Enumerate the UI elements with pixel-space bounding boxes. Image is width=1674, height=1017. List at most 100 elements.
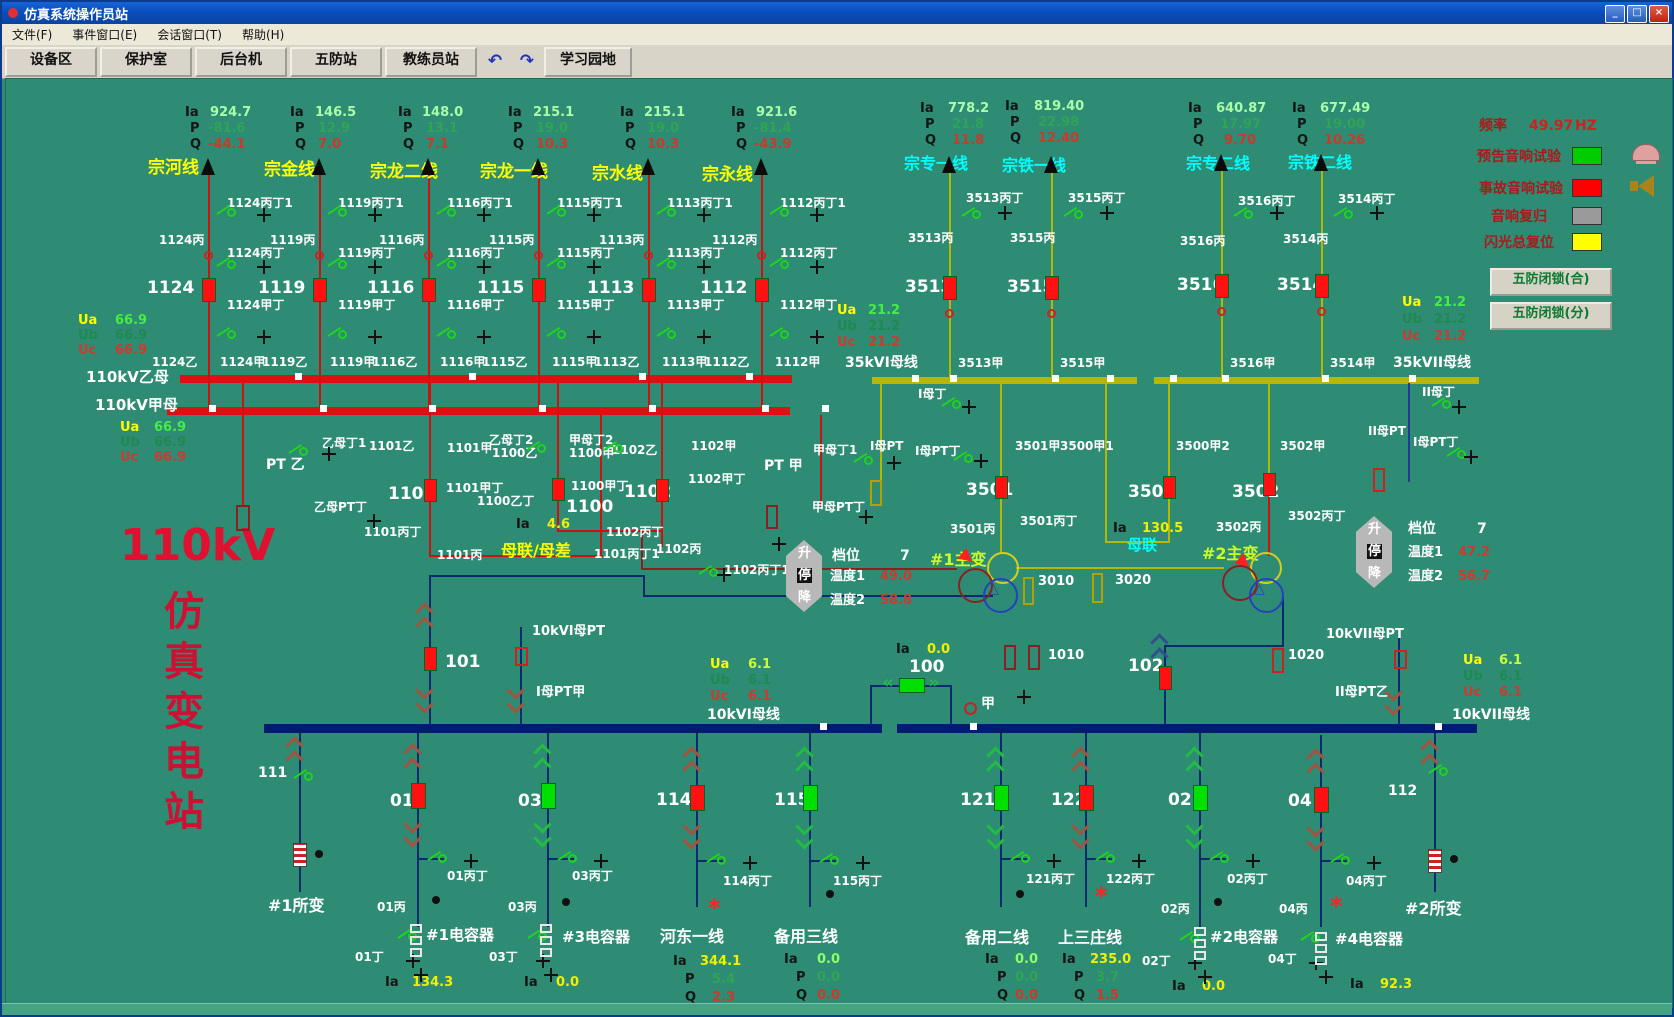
disconnector-icon[interactable] <box>705 854 727 868</box>
tap-button[interactable]: 降 <box>1367 566 1382 581</box>
interlock-button[interactable]: 五防闭锁(合) <box>1490 268 1612 296</box>
tap-button[interactable]: 停 <box>797 568 812 583</box>
tap-button[interactable]: 升 <box>1367 522 1382 537</box>
disconnector-icon[interactable] <box>292 770 314 784</box>
disconnector-icon[interactable] <box>525 442 547 456</box>
disconnector-icon[interactable] <box>768 258 790 272</box>
breaker-100[interactable] <box>899 678 925 693</box>
breaker-1101[interactable] <box>424 479 437 502</box>
breaker-1116[interactable] <box>422 278 436 302</box>
breaker-1124[interactable] <box>202 278 216 302</box>
disconnector-icon[interactable] <box>655 258 677 272</box>
text-label: 19.0 <box>647 122 679 135</box>
disconnector-icon[interactable] <box>1329 854 1351 868</box>
disconnector-icon[interactable] <box>435 206 457 220</box>
disconnector-icon[interactable] <box>960 208 982 222</box>
text-label: Ua <box>120 421 139 434</box>
disconnector-icon[interactable] <box>545 206 567 220</box>
disconnector-icon[interactable] <box>655 328 677 342</box>
tap-changer-control[interactable]: 升停降 <box>1356 516 1392 588</box>
disconnector-icon[interactable] <box>1332 208 1354 222</box>
breaker-115[interactable] <box>803 785 818 811</box>
disconnector-icon[interactable] <box>768 328 790 342</box>
tap-button[interactable]: 升 <box>797 546 812 561</box>
disconnector-icon[interactable] <box>1430 398 1452 412</box>
breaker-3502[interactable] <box>1263 473 1276 496</box>
disconnector-icon[interactable] <box>426 852 448 866</box>
breaker-04[interactable] <box>1314 787 1329 813</box>
text-label: 母联/母差 <box>501 543 571 559</box>
alarm-indicator[interactable] <box>1572 233 1602 251</box>
disconnector-icon[interactable] <box>952 452 974 466</box>
text-label: 110kV <box>120 524 275 568</box>
text-label: 档位 <box>832 549 860 563</box>
disconnector-icon[interactable] <box>435 328 457 342</box>
text-label: 6.1 <box>1499 686 1522 699</box>
alarm-indicator[interactable] <box>1572 147 1602 165</box>
text-label: 宗永线 <box>702 167 753 184</box>
wire <box>880 383 882 487</box>
disconnector-icon[interactable] <box>852 454 874 468</box>
text-label: 3513丙 <box>908 232 953 244</box>
breaker-02[interactable] <box>1193 785 1208 811</box>
disconnector-icon[interactable] <box>940 398 962 412</box>
text-label: 1124乙 <box>152 356 197 368</box>
disconnector-icon[interactable] <box>1094 852 1116 866</box>
breaker-3500[interactable] <box>1163 476 1176 499</box>
text-label: 3.7 <box>1096 971 1119 984</box>
disconnector-icon[interactable] <box>1062 208 1084 222</box>
disconnector-icon[interactable] <box>1208 852 1230 866</box>
breaker-1119[interactable] <box>313 278 327 302</box>
text-label: 甲 <box>981 697 995 711</box>
equipment-box <box>236 505 250 531</box>
disconnector-icon[interactable] <box>326 258 348 272</box>
disconnector-icon[interactable] <box>768 206 790 220</box>
disconnector-icon[interactable] <box>1232 208 1254 222</box>
text-label: 49.0 <box>880 570 912 583</box>
disconnector-icon[interactable] <box>818 854 840 868</box>
breaker-122[interactable] <box>1079 785 1094 811</box>
disconnector-icon[interactable] <box>545 258 567 272</box>
breaker-3515[interactable] <box>1045 276 1059 300</box>
tap-button[interactable]: 停 <box>1367 544 1382 559</box>
breaker-03[interactable] <box>541 783 556 809</box>
disconnector-icon[interactable] <box>326 328 348 342</box>
breaker-01[interactable] <box>411 783 426 809</box>
disconnector-icon[interactable] <box>1009 852 1031 866</box>
breaker-3513[interactable] <box>943 276 957 300</box>
interlock-button[interactable]: 五防闭锁(分) <box>1490 302 1612 330</box>
breaker-3514[interactable] <box>1315 274 1329 298</box>
disconnector-icon[interactable] <box>545 328 567 342</box>
disconnector-icon[interactable] <box>287 445 309 459</box>
disconnector-icon[interactable] <box>326 206 348 220</box>
breaker-121[interactable] <box>994 785 1009 811</box>
breaker-1115[interactable] <box>532 278 546 302</box>
breaker-1113[interactable] <box>642 278 656 302</box>
breaker-102[interactable] <box>1159 666 1172 690</box>
disconnector-icon[interactable] <box>556 852 578 866</box>
disconnector-icon[interactable] <box>435 258 457 272</box>
disconnector-icon[interactable] <box>215 206 237 220</box>
disconnector-icon[interactable] <box>697 566 719 580</box>
speaker-icon[interactable] <box>1638 175 1654 197</box>
chevron-icon <box>536 746 549 774</box>
disconnector-icon[interactable] <box>655 206 677 220</box>
breaker-101[interactable] <box>424 647 437 671</box>
breaker-1102[interactable] <box>656 479 669 502</box>
bell-icon[interactable] <box>1632 144 1660 161</box>
breaker-3501[interactable] <box>995 476 1008 499</box>
disconnector-icon[interactable] <box>602 442 624 456</box>
breaker-3516[interactable] <box>1215 274 1229 298</box>
ground-cross-icon <box>257 330 271 344</box>
disconnector-icon[interactable] <box>215 328 237 342</box>
alarm-indicator[interactable] <box>1572 207 1602 225</box>
breaker-1100[interactable] <box>552 478 565 501</box>
breaker-114[interactable] <box>690 785 705 811</box>
alarm-indicator[interactable] <box>1572 179 1602 197</box>
feeder-arrow-icon <box>1314 154 1328 171</box>
tap-button[interactable]: 降 <box>797 590 812 605</box>
text-label: 22.98 <box>1038 116 1079 129</box>
tap-changer-control[interactable]: 升停降 <box>786 540 822 612</box>
disconnector-icon[interactable] <box>215 258 237 272</box>
breaker-1112[interactable] <box>755 278 769 302</box>
